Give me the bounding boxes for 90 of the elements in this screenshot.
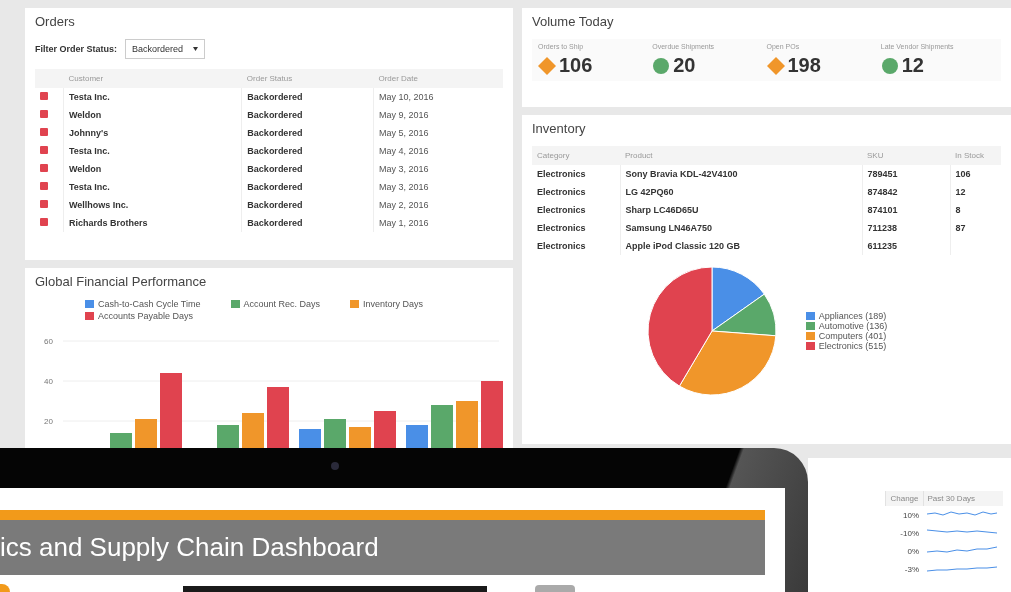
table-cell: LG 42PQ60 [620,183,862,201]
table-cell: 87 [950,219,1001,237]
table-cell: Backordered [241,160,374,178]
legend-label: Inventory Days [363,299,424,309]
table-cell: Testa Inc. [63,178,242,196]
table-cell: 12 [950,183,1001,201]
table-cell: 8 [950,201,1001,219]
table-cell: Electronics [532,165,620,183]
table-cell-text: -10% [899,527,920,540]
legend-label: Appliances (189) [818,311,887,321]
table-cell: Sony Bravia KDL-42V4100 [620,165,862,183]
kpi-value: 20 [673,54,696,77]
table-cell: 711238 [862,219,950,237]
legend-swatch [805,332,815,340]
legend-swatch [85,300,94,308]
table-cell: Weldon [63,160,242,178]
column-header: Category [532,146,620,165]
column-header: In Stock [950,146,1001,165]
table-cell: 789451 [862,165,950,183]
table-cell: Testa Inc. [63,88,242,106]
column-header: Order Status [241,69,374,88]
filter-label: Filter Order Status: [35,44,117,54]
table-cell: Backordered [241,124,374,142]
legend-swatch [350,300,360,308]
table-cell: Apple iPod Classic 120 GB [620,237,862,255]
table-cell: Backordered [241,106,374,124]
table-cell: Backordered [241,196,374,214]
axis-tick-label: 40 [44,377,53,386]
kpi-value: 12 [901,54,924,77]
table-cell: Backordered [241,142,374,160]
table-cell: Weldon [63,106,242,124]
table-cell-text: 0% [906,545,920,558]
column-header: Order Date [373,69,503,88]
legend-swatch [85,312,94,320]
camera-icon [331,462,339,470]
table-cell: May 9, 2016 [373,106,503,124]
legend-label: Accounts Payable Days [98,311,194,321]
table-cell: Electronics [532,183,620,201]
card-title: Volume Today [532,14,615,29]
legend-label: Automotive (136) [818,321,888,331]
column-header: SKU [862,146,950,165]
table-cell: 106 [950,165,1001,183]
table-cell: Electronics [532,237,620,255]
legend-swatch [805,322,815,330]
table-cell: Wellhows Inc. [63,196,242,214]
table-cell: 10% [885,506,923,524]
table-cell: 874842 [862,183,950,201]
table-cell: Backordered [241,178,374,196]
table-cell: May 5, 2016 [373,124,503,142]
table-cell: May 3, 2016 [373,178,503,196]
dashboard-title: ics and Supply Chain Dashboard [0,532,379,563]
kpi-value: 198 [787,54,821,77]
column-header: Customer [63,69,242,88]
axis-tick-label: 20 [44,417,53,426]
legend-swatch [805,342,815,350]
legend-swatch [805,312,815,320]
table-cell: Electronics [532,219,620,237]
card-title: Orders [35,14,76,29]
table-cell: 611235 [862,237,950,255]
sparkline [927,544,999,556]
legend-label: Computers (401) [818,331,887,341]
table-cell: May 2, 2016 [373,196,503,214]
table-cell: May 4, 2016 [373,142,503,160]
table-cell: 874101 [862,201,950,219]
legend-label: Electronics (515) [818,341,887,351]
legend-label: Cash-to-Cash Cycle Time [98,299,201,309]
legend-label: Account Rec. Days [243,299,321,309]
table-cell: Sharp LC46D65U [620,201,862,219]
legend-swatch [230,300,240,308]
table-cell: Testa Inc. [63,142,242,160]
axis-tick-label: 60 [44,337,53,346]
card-title: Global Financial Performance [35,274,208,289]
table-cell: Richards Brothers [63,214,242,232]
column-header: Product [620,146,862,165]
card-title: Inventory [532,121,587,136]
kpi-value: 106 [559,54,593,77]
table-cell: Backordered [241,88,374,106]
caret-icon [193,47,199,51]
table-cell: May 3, 2016 [373,160,503,178]
table-cell: Johnny's [63,124,242,142]
table-cell: May 1, 2016 [373,214,503,232]
table-cell: Samsung LN46A750 [620,219,862,237]
table-cell-text: -3% [903,563,920,576]
column-header: Change [885,491,923,506]
column-header: Past 30 Days [923,491,1003,506]
table-cell: Backordered [241,214,374,232]
table-cell: May 10, 2016 [373,88,503,106]
status-dropdown[interactable]: Backordered [125,39,206,59]
table-cell: Electronics [532,201,620,219]
pill-shape [535,585,575,592]
